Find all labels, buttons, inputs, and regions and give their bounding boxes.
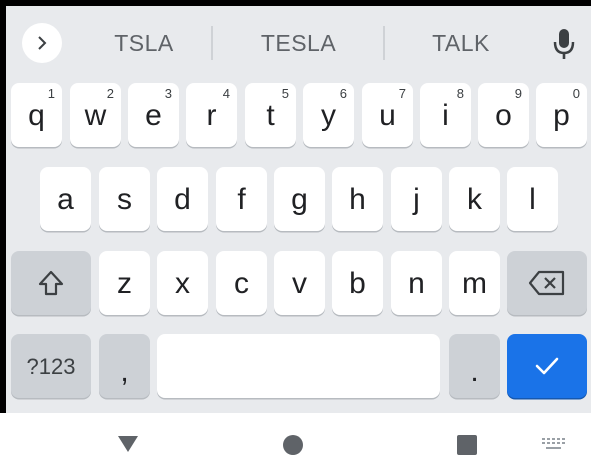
key-x[interactable]: x xyxy=(157,251,208,315)
key-hint: 4 xyxy=(222,86,230,101)
key-label: t xyxy=(266,99,275,132)
expand-toolbar-button[interactable] xyxy=(22,23,62,63)
key-label: y xyxy=(321,99,336,132)
key-s[interactable]: s xyxy=(99,167,150,231)
backspace-icon xyxy=(528,270,565,296)
microphone-icon xyxy=(553,29,575,59)
key-label: r xyxy=(206,99,217,132)
key-b[interactable]: b xyxy=(332,251,383,315)
key-label: k xyxy=(467,183,482,216)
key-label: q xyxy=(28,99,45,132)
key-i[interactable]: i 8 xyxy=(420,83,471,147)
suggestion-3[interactable]: TALK xyxy=(401,28,521,58)
suggestion-2[interactable]: TESLA xyxy=(231,28,366,58)
key-label: d xyxy=(174,183,191,216)
backspace-key[interactable] xyxy=(507,251,587,315)
key-label: m xyxy=(462,267,487,300)
key-label: a xyxy=(57,183,74,216)
key-label: u xyxy=(379,99,396,132)
key-c[interactable]: c xyxy=(216,251,267,315)
key-u[interactable]: u 7 xyxy=(362,83,413,147)
microphone-button[interactable] xyxy=(552,26,576,62)
key-label: v xyxy=(292,267,307,300)
key-hint: 5 xyxy=(281,86,289,101)
navigation-bar xyxy=(0,413,591,475)
key-label: i xyxy=(442,99,449,132)
key-f[interactable]: f xyxy=(216,167,267,231)
key-y[interactable]: y 6 xyxy=(303,83,354,147)
key-label: g xyxy=(291,183,308,216)
key-v[interactable]: v xyxy=(274,251,325,315)
key-m[interactable]: m xyxy=(449,251,500,315)
key-label: ?123 xyxy=(26,354,76,379)
key-r[interactable]: r 4 xyxy=(186,83,237,147)
key-label: . xyxy=(470,355,479,388)
circle-icon xyxy=(283,435,303,455)
key-hint: 9 xyxy=(514,86,522,101)
triangle-down-icon xyxy=(118,436,138,452)
key-label: b xyxy=(349,267,366,300)
checkmark-icon xyxy=(535,357,559,375)
key-j[interactable]: j xyxy=(391,167,442,231)
key-label: w xyxy=(84,99,107,132)
keyboard-icon xyxy=(542,438,565,449)
suggestion-1[interactable]: TSLA xyxy=(84,28,204,58)
key-label: f xyxy=(237,183,246,216)
key-h[interactable]: h xyxy=(332,167,383,231)
key-q[interactable]: q 1 xyxy=(11,83,62,147)
back-button[interactable] xyxy=(114,431,142,457)
keyboard-switch-button[interactable] xyxy=(540,435,568,453)
key-label: , xyxy=(120,355,129,388)
key-label: l xyxy=(529,183,536,216)
suggestion-divider xyxy=(211,26,213,60)
home-button[interactable] xyxy=(281,433,305,457)
key-t[interactable]: t 5 xyxy=(245,83,296,147)
key-l[interactable]: l xyxy=(507,167,558,231)
key-o[interactable]: o 9 xyxy=(478,83,529,147)
key-hint: 1 xyxy=(47,86,55,101)
key-k[interactable]: k xyxy=(449,167,500,231)
key-label: p xyxy=(553,99,570,132)
key-hint: 2 xyxy=(106,86,114,101)
chevron-right-icon xyxy=(38,36,47,50)
key-z[interactable]: z xyxy=(99,251,150,315)
key-hint: 8 xyxy=(456,86,464,101)
square-icon xyxy=(457,435,477,455)
keyboard: TSLA TESLA TALK q 1 w 2 e 3 r 4 t 5 y 6 xyxy=(6,6,591,413)
space-key[interactable] xyxy=(157,334,440,398)
key-d[interactable]: d xyxy=(157,167,208,231)
key-label: x xyxy=(175,267,190,300)
key-label: s xyxy=(117,183,132,216)
symbols-key[interactable]: ?123 xyxy=(11,334,91,398)
key-hint: 6 xyxy=(339,86,347,101)
shift-icon xyxy=(38,270,64,296)
enter-key[interactable] xyxy=(507,334,587,398)
key-label: c xyxy=(234,267,249,300)
key-a[interactable]: a xyxy=(40,167,91,231)
recents-button[interactable] xyxy=(455,433,479,457)
shift-key[interactable] xyxy=(11,251,91,315)
comma-key[interactable]: , xyxy=(99,334,150,398)
key-g[interactable]: g xyxy=(274,167,325,231)
key-label: e xyxy=(145,99,162,132)
suggestion-divider xyxy=(383,26,385,60)
period-key[interactable]: . xyxy=(449,334,500,398)
key-n[interactable]: n xyxy=(391,251,442,315)
key-label: o xyxy=(495,99,512,132)
key-label: n xyxy=(408,267,425,300)
key-hint: 0 xyxy=(572,86,580,101)
key-e[interactable]: e 3 xyxy=(128,83,179,147)
key-label: j xyxy=(413,183,420,216)
key-label: h xyxy=(349,183,366,216)
key-label: z xyxy=(117,267,132,300)
key-w[interactable]: w 2 xyxy=(70,83,121,147)
key-p[interactable]: p 0 xyxy=(536,83,587,147)
key-hint: 3 xyxy=(164,86,172,101)
key-hint: 7 xyxy=(398,86,406,101)
suggestion-strip: TSLA TESLA TALK xyxy=(6,6,591,70)
